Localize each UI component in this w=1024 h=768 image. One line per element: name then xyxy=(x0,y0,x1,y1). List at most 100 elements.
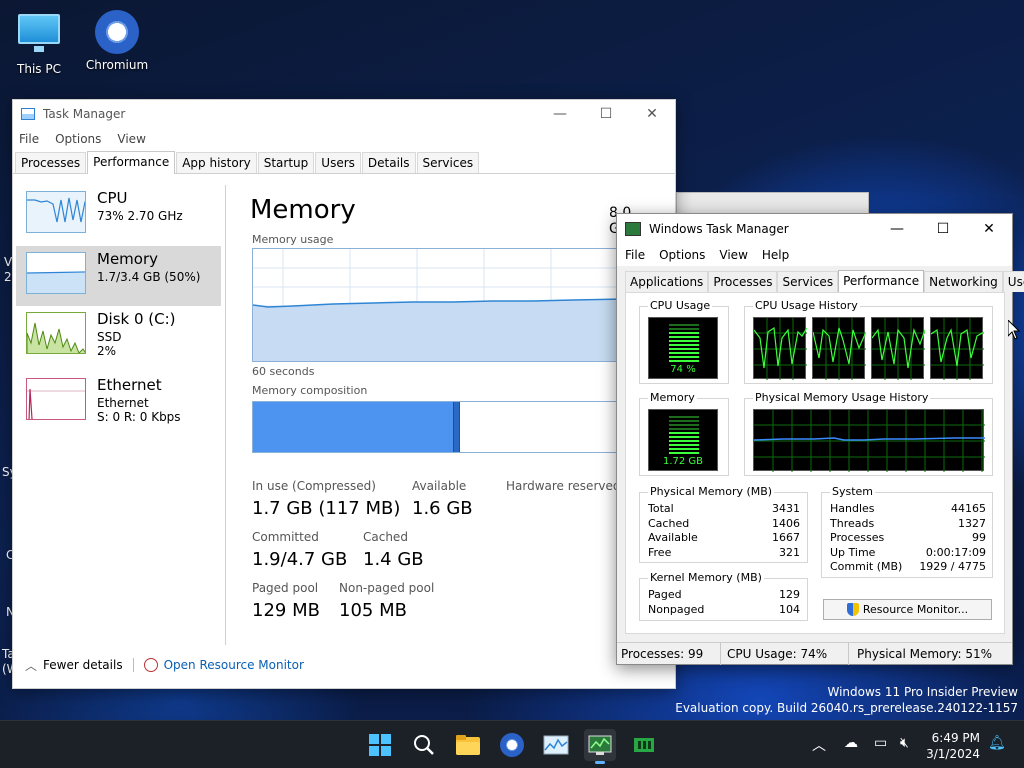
minimize-button[interactable]: — xyxy=(537,100,583,128)
sidebar-item-ethernet[interactable]: Ethernet Ethernet S: 0 R: 0 Kbps xyxy=(16,372,221,432)
tab-performance[interactable]: Performance xyxy=(87,151,176,174)
performance-detail: Memory 8.0 GB Memory usage 60 seconds Me… xyxy=(225,185,631,645)
chevron-up-icon[interactable]: ︿ xyxy=(25,657,37,674)
menu-file[interactable]: File xyxy=(19,132,39,146)
cpu-thumbnail xyxy=(26,191,86,233)
close-button[interactable]: ✕ xyxy=(966,214,1012,244)
performance-panel: CPU Usage 74 % CPU Usage History Memory … xyxy=(625,292,1005,634)
table-row: Up Time 0:00:17:09 xyxy=(830,545,986,559)
system-group: System Handles 44165 Threads 1327 Processe… xyxy=(821,485,993,578)
menu-view[interactable]: View xyxy=(117,132,145,146)
resource-sidebar: CPU 73% 2.70 GHz Memory 1.7/3.4 GB (50%)… xyxy=(16,185,221,645)
group-label: System xyxy=(830,485,876,498)
task-manager-taskbar-button[interactable] xyxy=(540,729,572,761)
search-button[interactable] xyxy=(408,729,440,761)
volume-muted-icon[interactable]: 🔇︎ xyxy=(900,735,909,751)
task-manager-window: Task Manager — ☐ ✕ File Options View Pro… xyxy=(12,99,676,689)
kernel-memory-table: Paged 129 Nonpaged 104 xyxy=(648,588,800,617)
group-label: Kernel Memory (MB) xyxy=(648,571,764,584)
watermark-line2: Evaluation copy. Build 26040.rs_prerelea… xyxy=(675,701,1018,715)
divider xyxy=(132,658,134,672)
menu-file[interactable]: File xyxy=(625,248,645,262)
tab-users[interactable]: Users xyxy=(1002,271,1024,292)
stat-value: 105 MB xyxy=(339,600,407,621)
resource-monitor-button[interactable]: Resource Monitor... xyxy=(823,599,992,620)
resource-monitor-icon xyxy=(143,658,158,672)
maximize-button[interactable]: ☐ xyxy=(920,214,966,244)
sidebar-item-detail: Ethernet xyxy=(97,396,149,410)
clock[interactable]: 6:49 PM 3/1/2024 xyxy=(926,730,980,762)
stat-label: Committed xyxy=(252,530,319,544)
sidebar-item-detail: SSD xyxy=(97,330,122,344)
monitor-icon xyxy=(18,14,60,52)
start-button[interactable] xyxy=(364,729,396,761)
tab-processes[interactable]: Processes xyxy=(708,271,778,292)
table-row: Total 3431 xyxy=(648,502,800,515)
committed-stat: Committed 1.9/4.7 GB xyxy=(252,530,347,570)
memory-composition-label: Memory composition xyxy=(252,384,368,397)
tab-networking[interactable]: Networking xyxy=(924,271,1003,292)
desktop-icon-chromium[interactable]: Chromium xyxy=(82,10,152,72)
table-row: Commit (MB) 1929 / 4775 xyxy=(830,560,986,573)
hardware-reserved-stat: Hardware reserved: xyxy=(506,479,625,493)
sidebar-item-detail: 1.7/3.4 GB (50%) xyxy=(97,270,201,284)
file-explorer-button[interactable] xyxy=(452,729,484,761)
close-button[interactable]: ✕ xyxy=(629,100,675,128)
cpu-history-graph-2 xyxy=(871,317,926,380)
menu-options[interactable]: Options xyxy=(55,132,101,146)
window-title: Windows Task Manager xyxy=(649,222,789,236)
group-label: CPU Usage History xyxy=(753,299,860,312)
menu-help[interactable]: Help xyxy=(762,248,789,262)
clock-date: 3/1/2024 xyxy=(926,747,980,761)
tab-processes[interactable]: Processes xyxy=(15,152,87,173)
kernel-memory-group: Kernel Memory (MB) Paged 129 Nonpaged 104 xyxy=(639,571,808,621)
tab-performance[interactable]: Performance xyxy=(838,270,925,292)
maximize-button[interactable]: ☐ xyxy=(583,100,629,128)
memory-composition-bar xyxy=(252,401,626,453)
background-window[interactable] xyxy=(676,192,869,214)
chromium-button[interactable] xyxy=(496,729,528,761)
green-app-button[interactable] xyxy=(628,729,660,761)
disk-thumbnail xyxy=(26,312,86,354)
windows-task-manager-taskbar-button[interactable] xyxy=(584,729,616,764)
menu-view[interactable]: View xyxy=(719,248,747,262)
minimize-button[interactable]: — xyxy=(874,214,920,244)
sidebar-item-disk[interactable]: Disk 0 (C:) SSD 2% xyxy=(16,306,221,366)
tab-bar: Processes Performance App history Startu… xyxy=(13,150,675,174)
physical-memory-group: Physical Memory (MB) Total 3431 Cached 140… xyxy=(639,485,808,563)
tab-services[interactable]: Services xyxy=(416,152,480,173)
tab-applications[interactable]: Applications xyxy=(625,271,709,292)
desktop-icon-this-pc[interactable]: This PC xyxy=(4,10,74,76)
tab-users[interactable]: Users xyxy=(315,152,361,173)
open-resource-monitor-link[interactable]: Open Resource Monitor xyxy=(164,658,304,672)
sidebar-item-memory[interactable]: Memory 1.7/3.4 GB (50%) xyxy=(16,246,221,306)
fewer-details-link[interactable]: Fewer details xyxy=(43,658,123,672)
table-row: Free 321 xyxy=(648,545,800,559)
paged-pool-stat: Paged pool 129 MB xyxy=(252,581,320,621)
menu-options[interactable]: Options xyxy=(659,248,705,262)
status-bar: Processes: 99 CPU Usage: 74% Physical Me… xyxy=(617,642,1012,665)
tab-app-history[interactable]: App history xyxy=(176,152,257,173)
group-label: Physical Memory Usage History xyxy=(753,391,931,404)
sidebar-item-detail-2: 2% xyxy=(97,344,117,358)
sidebar-item-cpu[interactable]: CPU 73% 2.70 GHz xyxy=(16,185,221,245)
status-cpu: CPU Usage: 74% xyxy=(721,642,849,665)
tab-startup[interactable]: Startup xyxy=(257,152,315,173)
chevron-up-icon[interactable]: ︿ xyxy=(812,735,826,755)
tab-services[interactable]: Services xyxy=(777,271,839,292)
stat-label: Paged pool xyxy=(252,581,319,595)
stat-label: Hardware reserved: xyxy=(506,479,625,493)
time-span-label: 60 seconds xyxy=(252,365,315,378)
notification-bell-icon[interactable]: 🔔︎ xyxy=(988,735,1006,751)
non-paged-pool-stat: Non-paged pool 105 MB xyxy=(339,581,434,621)
memory-group: Memory 1.72 GB xyxy=(639,391,729,476)
sidebar-item-name: Memory xyxy=(97,250,159,268)
cloud-off-icon[interactable]: ☁ xyxy=(844,735,858,751)
menu-bar: File Options View Help xyxy=(617,244,1012,266)
cpu-usage-group: CPU Usage 74 % xyxy=(639,299,729,384)
network-icon[interactable]: ▭ xyxy=(874,735,887,751)
desktop-icon-label: Chromium xyxy=(85,58,149,72)
sidebar-item-name: CPU xyxy=(97,189,128,207)
tab-details[interactable]: Details xyxy=(361,152,416,173)
physical-memory-history-group: Physical Memory Usage History xyxy=(744,391,993,476)
